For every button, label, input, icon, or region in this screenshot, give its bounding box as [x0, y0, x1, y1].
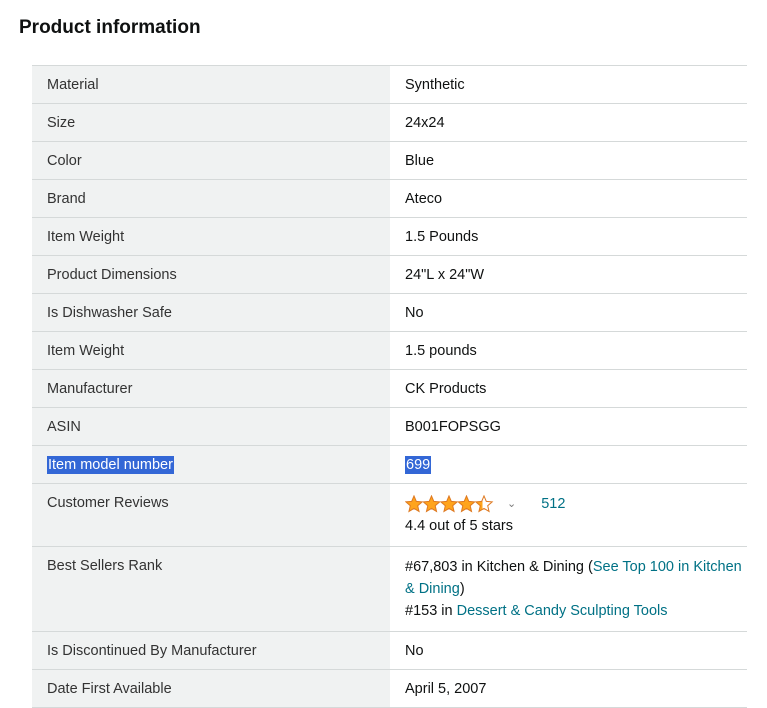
star-rating-icon	[405, 495, 494, 513]
row-label: Product Dimensions	[32, 255, 390, 294]
row-value: No	[405, 305, 424, 321]
row-label: Material	[32, 65, 390, 104]
row-label: ASIN	[32, 407, 390, 446]
row-value: 1.5 Pounds	[405, 229, 479, 245]
section-title: Product information	[19, 17, 201, 38]
star-rating[interactable]: ⌄	[405, 493, 541, 515]
star-mark	[422, 495, 441, 513]
table-row: Color Blue	[32, 141, 747, 180]
category-link[interactable]: Dessert & Candy Sculpting Tools	[457, 603, 668, 619]
table-row: Is Discontinued By Manufacturer No	[32, 631, 747, 670]
row-value: CK Products	[405, 381, 487, 397]
table-row: Product Dimensions 24"L x 24"W	[32, 255, 747, 294]
table-row-reviews: Customer Reviews ⌄ 512 4.4 out of 5 star…	[32, 483, 747, 547]
table-row: ASIN B001FOPSGG	[32, 407, 747, 446]
table-row-selected: Item model number 699	[32, 445, 747, 484]
table-row: Material Synthetic	[32, 65, 747, 104]
row-value: No	[405, 643, 424, 660]
table-row-bsr: Best Sellers Rank #67,803 in Kitchen & D…	[32, 546, 747, 632]
row-label: Is Dishwasher Safe	[32, 293, 390, 332]
row-label: Item model number	[32, 445, 390, 484]
table-row: Date First Available April 5, 2007	[32, 669, 747, 708]
row-value: Ateco	[405, 191, 443, 207]
rank-text: #67,803 in Kitchen & Dining (	[405, 559, 593, 576]
row-label: Size	[32, 103, 390, 142]
star-mark	[474, 495, 494, 513]
star-mark	[439, 495, 459, 513]
row-value: #67,803 in Kitchen & Dining (See Top 100…	[390, 547, 747, 632]
row-label: Is Discontinued By Manufacturer	[32, 631, 390, 670]
row-value: 24x24	[405, 115, 445, 131]
row-value: B001FOPSGG	[405, 419, 501, 435]
selected-text: Item model number	[47, 456, 174, 474]
row-value: 699	[390, 446, 747, 484]
row-label: Item Weight	[32, 331, 390, 370]
table-row: Manufacturer CK Products	[32, 369, 747, 408]
rank-text: #153 in	[405, 603, 457, 620]
review-count-link[interactable]: 512	[541, 496, 565, 512]
selected-text: 699	[405, 456, 432, 474]
table-row: Brand Ateco	[32, 179, 747, 218]
table-row: Is Dishwasher Safe No	[32, 293, 747, 332]
row-label: Color	[32, 141, 390, 180]
table-row: Item Weight 1.5 pounds	[32, 331, 747, 370]
table-row: Item Weight 1.5 Pounds	[32, 217, 747, 256]
row-label: Item Weight	[32, 217, 390, 256]
row-label: Customer Reviews	[32, 483, 390, 547]
row-value: 24"L x 24"W	[405, 267, 485, 283]
chevron-down-icon[interactable]: ⌄	[507, 493, 516, 515]
table-row: Size 24x24	[32, 103, 747, 142]
row-value: April 5, 2007	[405, 681, 487, 698]
rating-text: 4.4 out of 5 stars	[405, 518, 514, 535]
row-value: ⌄ 512 4.4 out of 5 stars	[390, 484, 747, 547]
row-label: Manufacturer	[32, 369, 390, 408]
rank-close: )	[459, 581, 465, 598]
row-value: Blue	[405, 153, 435, 169]
row-label: Date First Available	[32, 669, 390, 708]
product-info-table: Material Synthetic Size 24x24 Color Blue…	[32, 65, 747, 708]
row-value: 1.5 pounds	[405, 343, 477, 359]
row-label: Brand	[32, 179, 390, 218]
row-value: Synthetic	[405, 77, 465, 93]
row-label: Best Sellers Rank	[32, 546, 390, 632]
star-mark	[457, 495, 476, 513]
star-mark	[405, 495, 424, 513]
